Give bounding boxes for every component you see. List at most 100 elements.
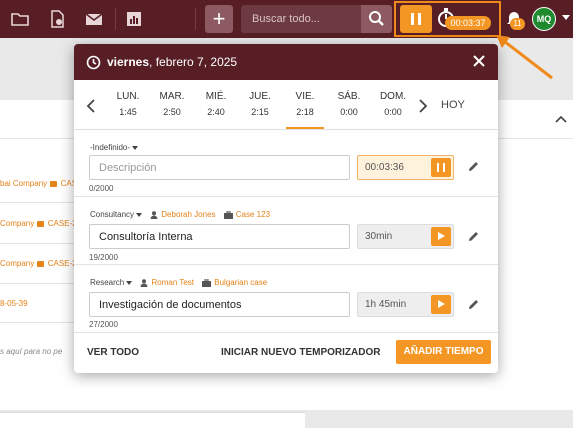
- day-name: MAR.: [159, 91, 185, 102]
- entry-meta: Consultancy Deborah Jones Case 123: [90, 210, 270, 219]
- caret-down-icon[interactable]: [136, 212, 143, 217]
- search-box[interactable]: [241, 5, 361, 33]
- background-case-row: Company CASE-2: [0, 219, 77, 228]
- add-button[interactable]: +: [205, 5, 233, 33]
- day-total: 0:00: [384, 107, 402, 117]
- modal-date: viernes, febrero 7, 2025: [107, 55, 237, 69]
- char-counter: 0/2000: [89, 184, 114, 193]
- briefcase-icon: [50, 180, 58, 187]
- day-name: MIÉ.: [205, 91, 227, 102]
- pause-entry-button[interactable]: [431, 158, 451, 177]
- description-input[interactable]: [89, 292, 350, 317]
- assignee-link[interactable]: Deborah Jones: [161, 210, 215, 219]
- day-total: 2:40: [207, 107, 225, 117]
- running-time-badge: 00:03:37: [445, 16, 491, 30]
- search-input[interactable]: [241, 5, 361, 33]
- time-value: 1h 45min: [365, 299, 407, 310]
- day-name: JUE.: [249, 91, 271, 102]
- pause-icon: [418, 13, 421, 25]
- play-entry-button[interactable]: [431, 295, 451, 314]
- case-link[interactable]: Bulgarian case: [214, 278, 267, 287]
- day-name: SÁB.: [337, 91, 361, 102]
- annotation-arrow: [496, 35, 553, 80]
- search-icon: [369, 11, 384, 26]
- entry-meta: -Indefinido-: [90, 143, 139, 152]
- active-day-indicator: [286, 127, 324, 129]
- char-counter: 27/2000: [89, 320, 118, 329]
- plus-icon: +: [212, 6, 226, 31]
- pause-icon: [411, 13, 414, 25]
- background-date: 8-05-39: [0, 299, 28, 308]
- time-entry: Consultancy Deborah Jones Case 123 19/20…: [74, 197, 498, 265]
- play-icon: [438, 232, 445, 240]
- day-tab-thu[interactable]: JUE. 2:15: [238, 91, 282, 117]
- search-button[interactable]: [361, 5, 392, 33]
- week-day-selector: LUN. 1:45 MAR. 2:50 MIÉ. 2:40 JUE. 2:15 VIE.…: [74, 80, 498, 130]
- folder-icon[interactable]: [10, 9, 30, 29]
- case-text: CASE-2: [47, 219, 77, 228]
- day-total: 2:15: [251, 107, 269, 117]
- company-text: Company: [0, 259, 35, 268]
- day-tab-wed[interactable]: MIÉ. 2:40: [194, 91, 238, 117]
- day-total: 2:18: [296, 107, 314, 117]
- category-dropdown[interactable]: Consultancy: [90, 210, 134, 219]
- pause-icon: [443, 163, 445, 172]
- mail-icon[interactable]: [84, 9, 104, 29]
- day-name: LUN.: [116, 91, 140, 102]
- toolbar-divider: [195, 8, 196, 30]
- pencil-icon[interactable]: [467, 160, 480, 173]
- day-total: 1:45: [119, 107, 137, 117]
- assignee-link[interactable]: Roman Test: [151, 278, 194, 287]
- today-button[interactable]: HOY: [441, 99, 465, 111]
- day-total: 2:50: [163, 107, 181, 117]
- background-note: s aquí para no pe: [0, 347, 63, 356]
- view-all-button[interactable]: VER TODO: [87, 347, 139, 358]
- background-case-row: Company CASE-2: [0, 259, 77, 268]
- person-icon: [140, 279, 148, 287]
- day-tab-fri[interactable]: VIE. 2:18: [283, 91, 327, 117]
- company-text: bai Company: [0, 179, 48, 188]
- description-input[interactable]: [89, 155, 350, 180]
- day-tab-sun[interactable]: DOM. 0:00: [371, 91, 415, 117]
- timer-icon: [86, 55, 101, 70]
- document-settings-icon[interactable]: [47, 9, 67, 29]
- reports-icon[interactable]: [124, 9, 144, 29]
- briefcase-icon: [37, 260, 45, 267]
- modal-header: viernes, febrero 7, 2025: [74, 44, 498, 80]
- weekday-text: viernes: [107, 55, 150, 69]
- play-icon: [438, 300, 445, 308]
- entry-meta: Research Roman Test Bulgarian case: [90, 278, 267, 287]
- day-name: VIE.: [295, 91, 315, 102]
- chevron-right-icon[interactable]: [418, 99, 428, 113]
- start-new-timer-button[interactable]: INICIAR NUEVO TEMPORIZADOR: [221, 347, 380, 358]
- company-text: Company: [0, 219, 35, 228]
- chevron-up-icon[interactable]: [555, 114, 567, 124]
- date-text: 8-05-39: [0, 299, 28, 308]
- time-tracker-modal: viernes, febrero 7, 2025 LUN. 1:45 MAR. 2:…: [74, 44, 498, 373]
- case-link[interactable]: Case 123: [236, 210, 270, 219]
- category-dropdown[interactable]: Research: [90, 278, 124, 287]
- background-bottom-card: [0, 412, 305, 428]
- chevron-left-icon[interactable]: [86, 99, 96, 113]
- chevron-down-icon[interactable]: [562, 15, 570, 20]
- description-input[interactable]: [89, 224, 350, 249]
- day-tab-tue[interactable]: MAR. 2:50: [150, 91, 194, 117]
- pause-timer-button[interactable]: [400, 5, 432, 33]
- day-total: 0:00: [340, 107, 358, 117]
- day-tab-mon[interactable]: LUN. 1:45: [106, 91, 150, 117]
- day-tab-sat[interactable]: SÁB. 0:00: [327, 91, 371, 117]
- pause-icon: [437, 163, 439, 172]
- caret-down-icon[interactable]: [126, 280, 133, 285]
- toolbar-divider: [115, 8, 116, 30]
- category-dropdown[interactable]: -Indefinido-: [90, 143, 130, 152]
- top-bar: + 00:03:37 11 MQ: [0, 0, 573, 38]
- briefcase-icon: [202, 278, 212, 287]
- caret-down-icon[interactable]: [132, 145, 139, 150]
- play-entry-button[interactable]: [431, 227, 451, 246]
- pencil-icon[interactable]: [467, 298, 480, 311]
- add-time-button[interactable]: AÑADIR TIEMPO: [396, 340, 491, 364]
- date-text: , febrero 7, 2025: [149, 55, 238, 69]
- time-value: 00:03:36: [365, 162, 404, 173]
- close-icon[interactable]: [472, 54, 486, 68]
- pencil-icon[interactable]: [467, 230, 480, 243]
